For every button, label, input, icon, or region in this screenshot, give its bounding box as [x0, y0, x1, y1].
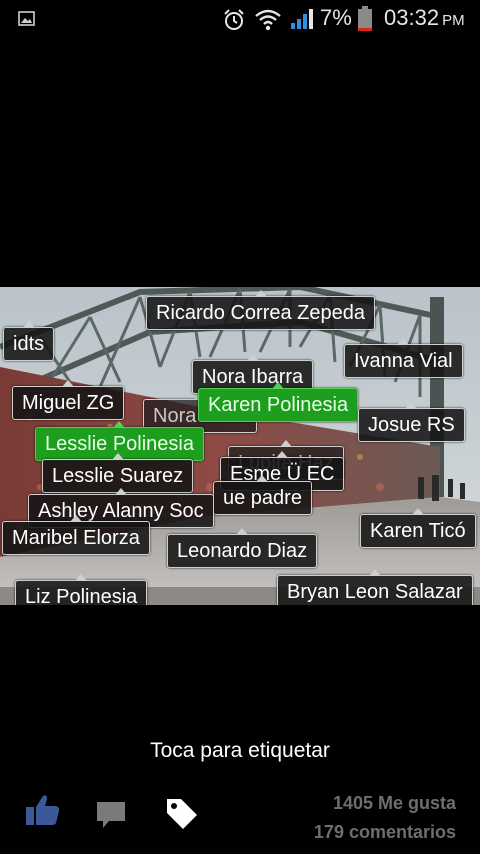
clock-time: 03:32 — [384, 5, 440, 30]
tag-icon[interactable] — [165, 797, 199, 831]
comments-count[interactable]: 179 comentarios — [314, 818, 456, 847]
photo-tag[interactable]: Liz Polinesia — [15, 574, 148, 605]
comment-icon[interactable] — [95, 800, 127, 830]
reaction-stats: 1405 Me gusta 179 comentarios — [314, 789, 456, 847]
alarm-icon — [224, 9, 244, 30]
wifi-icon — [255, 9, 281, 31]
photo-tag[interactable]: Leonardo Diaz — [167, 528, 318, 568]
photo-tag[interactable]: Bryan Leon Salazar — [277, 569, 473, 605]
status-bar: 7% 03:32 PM — [0, 0, 480, 38]
photo-tag[interactable]: Karen Ticó — [360, 508, 476, 548]
battery-percent: 7% — [320, 5, 352, 30]
photo[interactable]: Ricardo Correa Zepeda idts Ivanna Vial N… — [0, 287, 480, 605]
battery-icon — [358, 6, 372, 31]
photo-tag[interactable]: Ricardo Correa Zepeda — [146, 290, 375, 330]
photo-tag-selected[interactable]: Karen Polinesia — [198, 382, 359, 422]
photo-tag[interactable]: Miguel ZG — [12, 380, 125, 420]
signal-icon — [291, 9, 313, 29]
gallery-icon — [18, 11, 35, 26]
photo-tag[interactable]: Maribel Elorza — [2, 515, 150, 555]
photo-tag[interactable]: Ivanna Vial — [344, 338, 463, 378]
clock-ampm: PM — [442, 12, 465, 29]
photo-tag[interactable]: ue padre — [213, 475, 312, 515]
likes-count[interactable]: 1405 Me gusta — [314, 789, 456, 818]
photo-tag[interactable]: idts — [3, 321, 55, 361]
photo-tag[interactable]: Josue RS — [358, 402, 465, 442]
clock: 03:32 PM — [384, 5, 465, 31]
tap-to-tag-hint[interactable]: Toca para etiquetar — [0, 739, 480, 763]
thumbs-up-icon[interactable] — [25, 793, 61, 827]
